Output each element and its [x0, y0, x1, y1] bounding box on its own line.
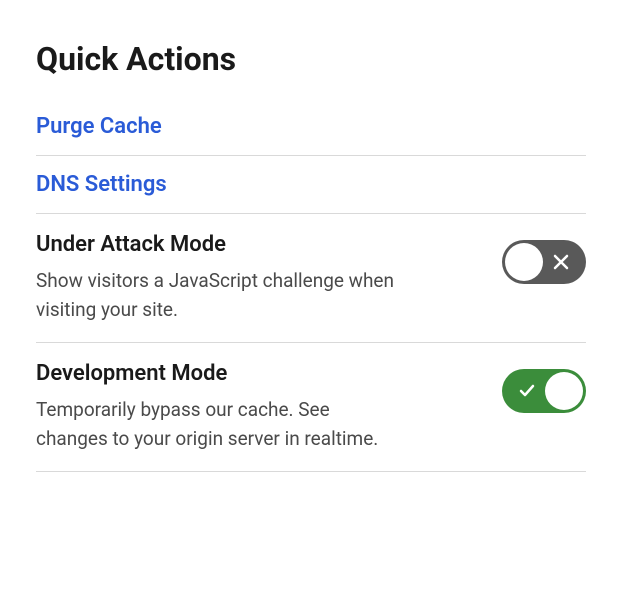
x-icon — [552, 253, 570, 271]
check-icon — [518, 382, 536, 400]
link-row-purge-cache: Purge Cache — [36, 114, 586, 156]
under-attack-mode-info: Under Attack Mode Show visitors a JavaSc… — [36, 232, 396, 324]
page-title: Quick Actions — [36, 40, 586, 78]
development-mode-toggle[interactable] — [502, 369, 586, 413]
toggle-knob — [545, 372, 583, 410]
purge-cache-link[interactable]: Purge Cache — [36, 114, 162, 139]
development-mode-info: Development Mode Temporarily bypass our … — [36, 361, 396, 453]
under-attack-mode-toggle[interactable] — [502, 240, 586, 284]
dns-settings-link[interactable]: DNS Settings — [36, 172, 167, 197]
under-attack-mode-title: Under Attack Mode — [36, 232, 396, 257]
under-attack-mode-description: Show visitors a JavaScript challenge whe… — [36, 267, 396, 324]
under-attack-mode-row: Under Attack Mode Show visitors a JavaSc… — [36, 214, 586, 343]
development-mode-title: Development Mode — [36, 361, 396, 386]
development-mode-row: Development Mode Temporarily bypass our … — [36, 343, 586, 472]
quick-actions-list: Purge Cache DNS Settings Under Attack Mo… — [36, 114, 586, 472]
toggle-knob — [505, 243, 543, 281]
link-row-dns-settings: DNS Settings — [36, 156, 586, 214]
development-mode-description: Temporarily bypass our cache. See change… — [36, 396, 396, 453]
